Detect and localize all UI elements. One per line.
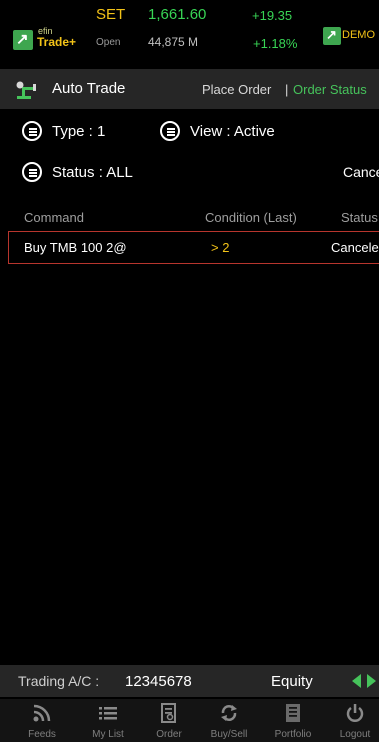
row-command: Buy TMB 100 2@	[24, 240, 127, 255]
menu-circle-icon	[22, 121, 42, 141]
rss-icon	[33, 704, 51, 722]
index-change: +19.35	[252, 8, 293, 23]
header-command: Command	[24, 210, 84, 225]
order-status-link[interactable]: Order Status	[293, 82, 367, 97]
bottom-nav: Feeds My List Order Buy/Sell Portfolio L…	[0, 699, 379, 742]
account-type: Equity	[271, 673, 313, 690]
nav-my-list[interactable]: My List	[76, 699, 140, 742]
nav-portfolio[interactable]: Portfolio	[261, 699, 325, 742]
portfolio-icon	[286, 704, 300, 722]
nav-order[interactable]: Order	[137, 699, 201, 742]
order-doc-icon	[161, 703, 176, 723]
table-header: Command Condition (Last) Status	[0, 208, 379, 230]
cancel-button[interactable]: Cancel	[343, 164, 379, 180]
index-volume: 44,875 M	[148, 35, 199, 49]
switch-account-arrows-icon[interactable]	[352, 674, 376, 688]
account-bar: Trading A/C : 12345678 Equity	[0, 665, 379, 697]
row-condition: > 2	[211, 240, 230, 255]
nav-portfolio-label: Portfolio	[274, 729, 312, 740]
nav-buy-sell[interactable]: Buy/Sell	[197, 699, 261, 742]
place-order-link[interactable]: Place Order	[202, 82, 271, 97]
logo-trade-text: Trade+	[37, 35, 77, 49]
view-filter-label: View : Active	[190, 123, 275, 140]
account-label: Trading A/C :	[18, 673, 100, 689]
status-filter-label: Status : ALL	[52, 164, 133, 181]
table-row[interactable]: Buy TMB 100 2@ > 2 Canceled	[8, 231, 379, 264]
nav-order-label: Order	[156, 729, 182, 740]
power-icon	[346, 704, 364, 722]
exchange-icon	[221, 705, 237, 721]
page-title: Auto Trade	[52, 80, 126, 97]
account-number[interactable]: 12345678	[125, 673, 192, 690]
header-condition: Condition (Last)	[205, 210, 297, 225]
nav-my-list-label: My List	[92, 729, 124, 740]
header-status: Status	[341, 210, 378, 225]
title-bar: Auto Trade Place Order | Order Status	[0, 69, 379, 109]
menu-circle-icon	[160, 121, 180, 141]
nav-feeds[interactable]: Feeds	[10, 699, 74, 742]
index-value: 1,661.60	[148, 6, 207, 23]
index-name: SET	[96, 6, 126, 23]
efin-trade-logo: ↗ efin Trade+	[13, 26, 93, 52]
demo-badge-text: DEMO	[342, 29, 375, 41]
nav-buy-sell-label: Buy/Sell	[210, 729, 248, 740]
nav-logout-label: Logout	[339, 729, 371, 740]
type-filter-label: Type : 1	[52, 123, 106, 140]
nav-logout[interactable]: Logout	[323, 699, 379, 742]
demo-badge: ↗ DEMO	[323, 24, 379, 48]
menu-circle-icon	[22, 162, 42, 182]
list-icon	[99, 707, 117, 720]
row-status: Canceled	[331, 240, 379, 255]
index-change-pct: +1.18%	[253, 36, 298, 51]
market-state: Open	[96, 37, 121, 48]
ticker-header: ↗ efin Trade+ SET Open 1,661.60 44,875 M…	[0, 0, 379, 64]
nav-feeds-label: Feeds	[28, 729, 56, 740]
robot-arm-icon	[16, 81, 36, 99]
title-separator: |	[285, 82, 289, 97]
